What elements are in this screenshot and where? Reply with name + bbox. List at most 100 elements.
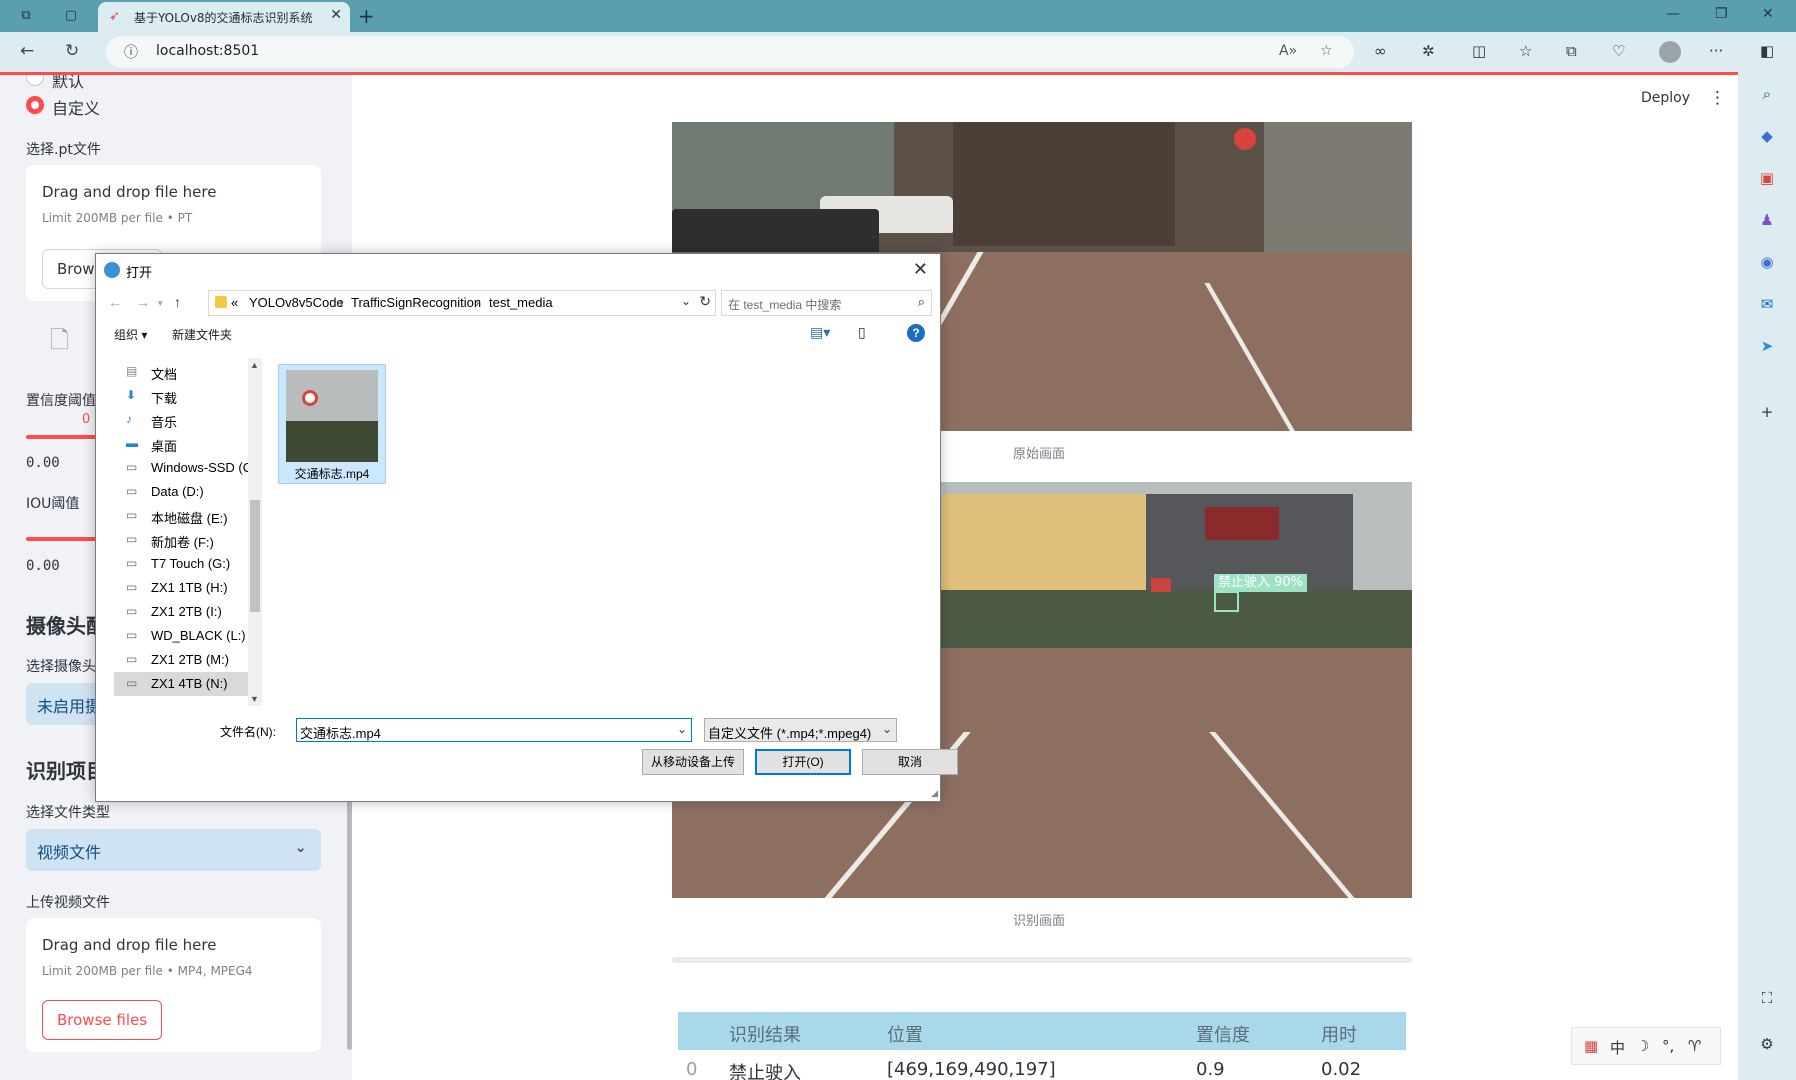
file-type-select[interactable]: 视频文件 ⌄ [26, 829, 321, 871]
sidebar-scrollbar[interactable] [347, 790, 352, 1050]
add-icon[interactable]: + [1757, 402, 1777, 422]
tree-item[interactable]: ▭ Windows-SSD (C [114, 456, 253, 480]
new-tab-icon[interactable]: + [358, 4, 375, 28]
dialog-up-icon[interactable]: ↑ [174, 294, 181, 310]
ime-chinese-icon[interactable]: 中 [1610, 1037, 1625, 1058]
crumb-traffic[interactable]: TrafficSignRecognition [351, 295, 481, 310]
collections-icon[interactable]: ⧉ [1566, 42, 1577, 60]
video-file-uploader[interactable]: Drag and drop file here Limit 200MB per … [26, 918, 321, 1052]
ime-toolbar[interactable]: ▦ 中 ☽ °, ♈ [1571, 1027, 1721, 1065]
dialog-forward-icon[interactable]: → [136, 294, 150, 310]
crumb-yolo[interactable]: YOLOv8v5Code [249, 295, 344, 310]
favorites-icon[interactable]: ☆ [1519, 42, 1532, 60]
tree-item[interactable]: ▭ ZX1 2TB (M:) [114, 648, 250, 672]
dialog-search-input[interactable]: 在 test_media 中搜索 ⌕ [721, 290, 932, 316]
extensions-icon[interactable]: ✲ [1422, 42, 1435, 60]
dialog-history-icon[interactable]: ▾ [158, 298, 163, 309]
resize-grip-icon[interactable]: ◢ [931, 788, 938, 799]
view-options-icon[interactable]: ▤▾ [810, 324, 830, 341]
crumb-testmedia[interactable]: test_media [489, 295, 553, 310]
tree-item[interactable]: ♪ 音乐 [114, 408, 250, 432]
tree-item-label: 音乐 [151, 415, 178, 430]
scroll-up-icon[interactable]: ▲ [250, 360, 259, 370]
tree-item[interactable]: ▤ 文档 [114, 360, 250, 384]
filetype-select[interactable]: 自定义文件 (*.mp4;*.mpeg4) ⌄ [704, 718, 897, 742]
games-icon[interactable]: ♟ [1757, 210, 1777, 230]
send-icon[interactable]: ➤ [1757, 336, 1777, 356]
more-menu-icon[interactable]: ··· [1709, 42, 1723, 60]
new-folder-button[interactable]: 新建文件夹 [172, 326, 232, 343]
profile-avatar[interactable] [1659, 41, 1681, 63]
tree-item[interactable]: ▭ Data (D:) [114, 480, 250, 504]
search-icon[interactable]: ⌕ [1757, 84, 1777, 104]
detection-caption: 识别画面 [1013, 914, 1066, 929]
main-menu-icon[interactable]: ⋮ [1709, 88, 1726, 108]
chevron-down-icon[interactable]: ⌄ [681, 294, 691, 308]
tree-item[interactable]: ▭ ZX1 1TB (H:) [114, 576, 250, 600]
deploy-button[interactable]: Deploy [1641, 90, 1690, 106]
site-info-icon[interactable]: ⓘ [124, 42, 138, 62]
file-item-video[interactable]: 交通标志.mp4 [278, 364, 386, 484]
ime-punct-icon[interactable]: °, [1662, 1037, 1674, 1055]
favorite-star-icon[interactable]: ☆ [1320, 43, 1333, 59]
organize-button[interactable]: 组织 ▾ [114, 326, 147, 343]
tab-active[interactable]: ➶ 基于YOLOv8的交通标志识别系统 ✕ [98, 2, 350, 32]
browser-essentials-icon[interactable]: ♡ [1612, 42, 1625, 60]
infinity-icon[interactable]: ∞ [1374, 42, 1387, 60]
crumb-overflow[interactable]: « [231, 295, 238, 310]
iou-label: IOU阈值 [26, 496, 80, 512]
upload-from-mobile-button[interactable]: 从移动设备上传 [642, 749, 744, 775]
address-bar[interactable]: ⓘ localhost:8501 A» ☆ [106, 36, 1354, 68]
tree-item[interactable]: ▭ T7 Touch (G:) [114, 552, 250, 576]
tree-item[interactable]: ▭ 新加卷 (F:) [114, 528, 250, 552]
chevron-down-icon[interactable]: ⌄ [677, 722, 687, 736]
ime-moon-icon[interactable]: ☽ [1636, 1037, 1649, 1055]
split-screen-icon[interactable]: ◫ [1472, 42, 1486, 60]
pt-drop-text: Drag and drop file here [42, 183, 217, 201]
tag-icon[interactable]: ◆ [1757, 126, 1777, 146]
tree-scrollbar[interactable]: ▲ ▼ [248, 358, 262, 706]
settings-gear-icon[interactable]: ⚙ [1757, 1034, 1777, 1054]
chevron-down-icon: ⌄ [881, 722, 892, 736]
path-breadcrumb[interactable]: « YOLOv8v5Code › TrafficSignRecognition … [208, 290, 716, 316]
open-button[interactable]: 打开(O) [755, 749, 851, 775]
radio-default-label: 默认 [52, 75, 85, 91]
tree-item[interactable]: ▬ 桌面 [114, 432, 250, 456]
preview-pane-icon[interactable]: ▯ [858, 324, 866, 341]
radio-custom[interactable] [26, 96, 44, 114]
tree-item[interactable]: ▭ ZX1 2TB (I:) [114, 600, 250, 624]
tree-item[interactable]: ▭ WD_BLACK (L:) [114, 624, 250, 648]
outlook-icon[interactable]: ✉ [1757, 294, 1777, 314]
cancel-button[interactable]: 取消 [862, 749, 958, 775]
toolbox-icon[interactable]: ▣ [1757, 168, 1777, 188]
confidence-slider[interactable] [26, 435, 96, 439]
close-tab-icon[interactable]: ✕ [330, 7, 342, 23]
read-aloud-icon[interactable]: A» [1279, 43, 1297, 59]
dialog-close-icon[interactable]: ✕ [913, 259, 928, 280]
restore-icon[interactable]: ❐ [1715, 6, 1728, 22]
tree-item[interactable]: ▭ 本地磁盘 (E:) [114, 504, 250, 528]
radio-default[interactable] [26, 75, 44, 86]
help-icon[interactable]: ? [907, 324, 925, 342]
video-browse-button[interactable]: Browse files [42, 1000, 163, 1040]
reload-icon[interactable]: ↻ [65, 41, 79, 61]
iou-slider[interactable] [26, 537, 96, 541]
filename-input[interactable]: 交通标志.mp4 ⌄ [296, 718, 692, 742]
refresh-icon[interactable]: ↻ [699, 293, 711, 310]
dialog-back-icon[interactable]: ← [108, 294, 122, 310]
back-icon[interactable]: ← [20, 41, 34, 61]
workspaces-icon[interactable]: ⧉ [17, 7, 35, 25]
sidebar-toggle-icon[interactable]: ◧ [1760, 42, 1774, 60]
scroll-down-icon[interactable]: ▼ [250, 694, 259, 704]
tree-item[interactable]: ▭ ZX1 4TB (N:) [114, 672, 250, 696]
tree-item-label: ZX1 2TB (M:) [151, 652, 230, 667]
tree-scroll-thumb[interactable] [250, 500, 260, 612]
minimize-icon[interactable]: — [1666, 6, 1680, 22]
screenshot-icon[interactable]: ⛶ [1757, 988, 1777, 1008]
tab-actions-icon[interactable]: ▢ [62, 7, 80, 25]
close-window-icon[interactable]: ✕ [1762, 6, 1774, 22]
ime-skin-icon[interactable]: ♈ [1688, 1037, 1701, 1055]
tree-item[interactable]: ⬇ 下载 [114, 384, 250, 408]
tree-item-label: Windows-SSD (C [151, 460, 253, 475]
copilot-icon[interactable]: ◉ [1757, 252, 1777, 272]
